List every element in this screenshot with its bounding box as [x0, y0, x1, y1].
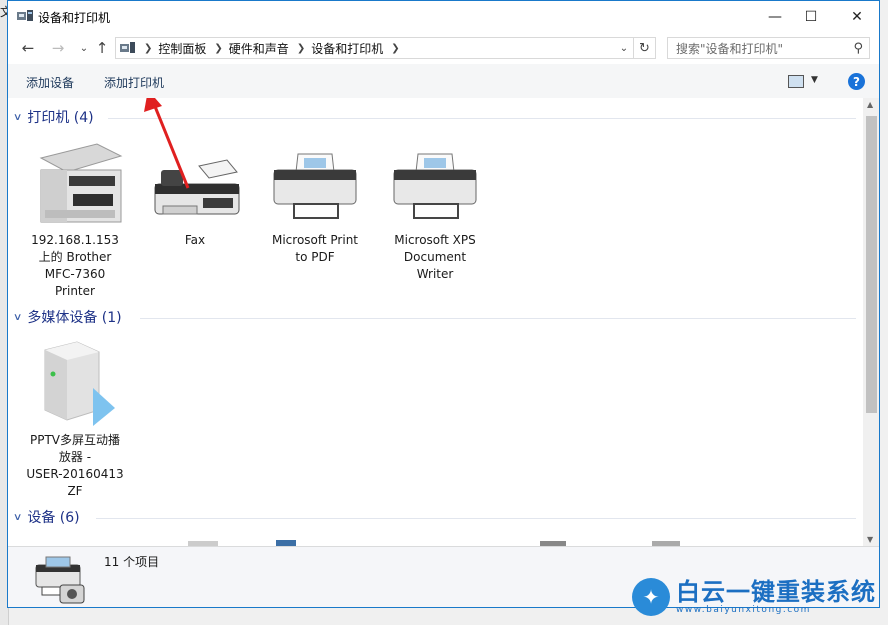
search-input[interactable]: 搜索"设备和打印机" ⚲	[667, 37, 870, 59]
help-icon[interactable]: ?	[848, 73, 865, 90]
up-button[interactable]: ↑	[92, 39, 112, 57]
annotation-arrow	[144, 98, 190, 189]
devices-printers-app-icon	[17, 10, 33, 21]
control-panel-icon	[120, 41, 135, 53]
chevron-right-icon[interactable]: ❯	[214, 43, 222, 54]
device-list: ∨ 打印机 (4) 192.168.1.153 上的 Brother MFC-7…	[8, 98, 863, 546]
address-dropdown-icon[interactable]: ⌄	[614, 37, 634, 59]
devices-summary-icon	[35, 556, 85, 604]
breadcrumb-devices-printers[interactable]: 设备和打印机	[311, 40, 383, 57]
watermark-logo: ✦ 白云一键重装系统 www.baiyunxitong.com	[632, 578, 876, 616]
scrollbar-thumb[interactable]	[866, 116, 877, 413]
add-device-button[interactable]: 添加设备	[26, 74, 74, 91]
forward-button[interactable]: →	[48, 39, 68, 57]
search-placeholder: 搜索"设备和打印机"	[676, 41, 784, 56]
close-button[interactable]: ✕	[834, 1, 879, 32]
search-icon[interactable]: ⚲	[853, 41, 863, 56]
bird-icon: ✦	[632, 578, 670, 616]
recent-locations-icon[interactable]: ⌄	[74, 39, 94, 57]
scroll-up-icon[interactable]: ▲	[867, 100, 873, 109]
chevron-right-icon[interactable]: ❯	[297, 43, 305, 54]
watermark-brand: 白云一键重装系统	[676, 578, 876, 606]
item-count: 11 个项目	[104, 555, 160, 569]
refresh-button[interactable]: ↻	[634, 37, 656, 59]
chevron-right-icon: ❯	[144, 42, 153, 54]
devices-and-printers-window: 设备和打印机 — ☐ ✕ ← → ⌄ ↑ ❯ 控制面板 ❯ 硬件和声音 ❯ 设备…	[7, 0, 880, 608]
back-button[interactable]: ←	[18, 39, 38, 57]
view-options-dropdown-icon[interactable]: ▼	[811, 75, 818, 85]
navigation-bar: ← → ⌄ ↑ ❯ 控制面板 ❯ 硬件和声音 ❯ 设备和打印机 ❯ ⌄ ↻ 搜索…	[8, 32, 879, 64]
window-title: 设备和打印机	[38, 11, 111, 25]
maximize-button[interactable]: ☐	[788, 1, 834, 32]
command-bar: 添加设备 添加打印机 ▼ ?	[8, 64, 879, 99]
change-view-icon[interactable]	[788, 75, 804, 88]
breadcrumb-hardware-sound[interactable]: 硬件和声音	[229, 40, 289, 57]
add-printer-button[interactable]: 添加打印机	[104, 74, 164, 91]
watermark-url: www.baiyunxitong.com	[676, 605, 811, 615]
title-bar[interactable]: 设备和打印机 — ☐ ✕	[8, 1, 879, 32]
breadcrumb-control-panel[interactable]: 控制面板	[158, 40, 206, 57]
scroll-down-icon[interactable]: ▼	[867, 535, 873, 544]
address-bar[interactable]: ❯ 控制面板 ❯ 硬件和声音 ❯ 设备和打印机 ❯	[115, 37, 634, 59]
vertical-scrollbar[interactable]: ▲ ▼	[863, 98, 879, 546]
chevron-right-icon[interactable]: ❯	[391, 43, 399, 54]
